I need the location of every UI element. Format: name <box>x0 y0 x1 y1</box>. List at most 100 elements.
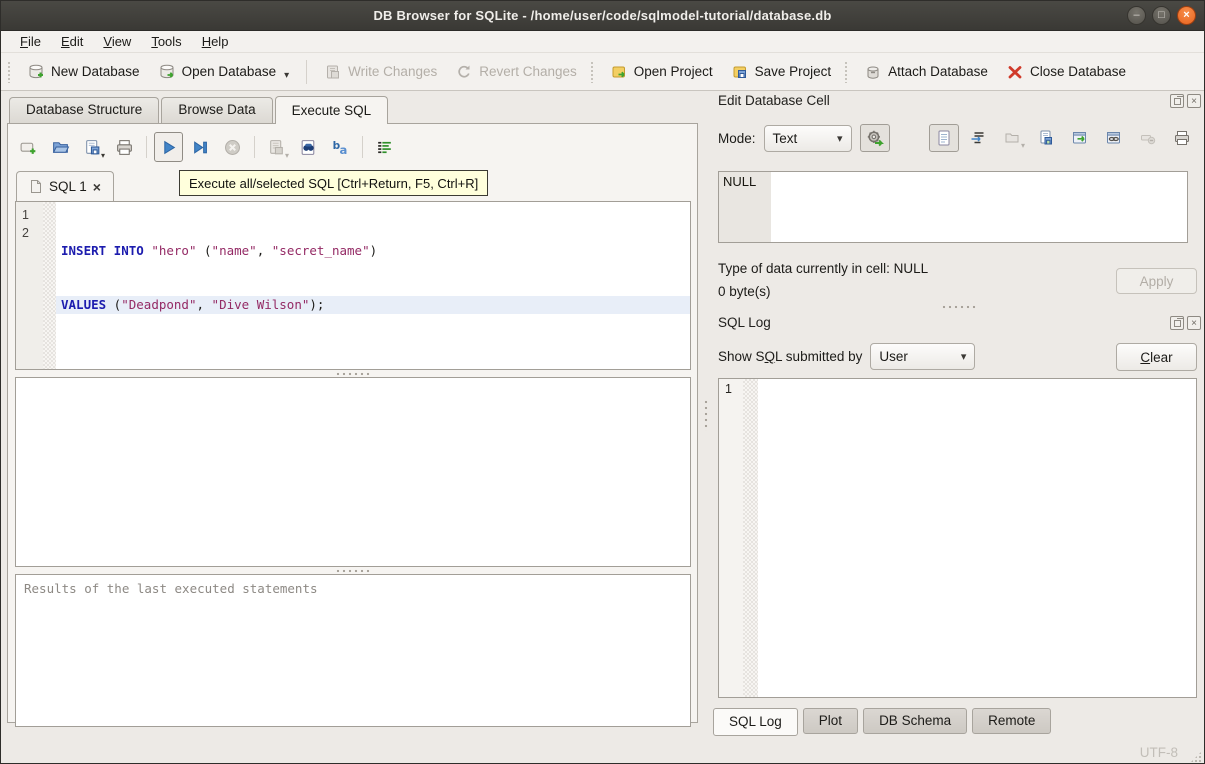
splitter-handle-dots <box>941 305 977 309</box>
main-area: Database Structure Browse Data Execute S… <box>1 91 1205 739</box>
filter-value: User <box>879 349 908 364</box>
cell-editor-toolbar: ▾ <box>929 124 1197 152</box>
format-lines-icon <box>375 138 394 157</box>
export-data-button[interactable] <box>1065 124 1095 152</box>
dock-tab-sql-log[interactable]: SQL Log <box>713 708 798 736</box>
new-database-button[interactable]: New Database <box>18 58 149 86</box>
minimize-icon: – <box>1133 10 1139 21</box>
dock-tab-bar: SQL Log Plot DB Schema Remote <box>713 708 1056 736</box>
save-sql-file-button[interactable]: ▾ <box>78 132 107 162</box>
sql-log-title: SQL Log <box>718 315 771 330</box>
word-wrap-button[interactable] <box>963 124 993 152</box>
close-button[interactable]: × <box>1177 6 1196 25</box>
fold-margin <box>43 202 56 369</box>
toolbar-separator <box>146 136 147 158</box>
results-splitter[interactable] <box>15 567 691 574</box>
restore-icon <box>1174 98 1181 105</box>
open-database-button[interactable]: Open Database ▾ <box>149 58 299 86</box>
close-database-button[interactable]: Close Database <box>997 58 1135 86</box>
cell-editor[interactable]: NULL <box>718 171 1188 243</box>
maximize-button[interactable]: □ <box>1152 6 1171 25</box>
stop-icon <box>223 138 242 157</box>
dock-float-button[interactable] <box>1170 316 1184 330</box>
format-sql-button[interactable] <box>370 132 399 162</box>
print-sql-button[interactable] <box>110 132 139 162</box>
splitter-handle-dots <box>704 399 708 431</box>
open-link-button[interactable] <box>1099 124 1129 152</box>
open-file-icon <box>51 138 70 157</box>
mode-combobox[interactable]: Text ▾ <box>764 125 852 152</box>
toolbar-drag-handle[interactable] <box>844 61 849 83</box>
autocomplete-button[interactable]: ba <box>326 132 355 162</box>
results-grid[interactable] <box>15 377 691 567</box>
save-sql-dropdown-icon[interactable]: ▾ <box>101 151 105 160</box>
edit-cell-title: Edit Database Cell <box>718 93 830 108</box>
tab-close-icon[interactable]: × <box>93 179 101 195</box>
editor-results-splitter[interactable] <box>15 370 691 377</box>
splitter-handle-dots <box>335 569 371 573</box>
new-sql-tab-button[interactable] <box>14 132 43 162</box>
toolbar-separator <box>254 136 255 158</box>
chevron-down-icon: ▾ <box>961 350 967 363</box>
log-filter-combobox[interactable]: User ▾ <box>870 343 975 370</box>
tab-browse-data[interactable]: Browse Data <box>161 97 272 123</box>
revert-changes-button: Revert Changes <box>446 58 586 86</box>
dock-float-button[interactable] <box>1170 94 1184 108</box>
execute-all-button[interactable] <box>154 132 183 162</box>
find-button[interactable] <box>294 132 323 162</box>
auto-switch-mode-button[interactable] <box>860 124 890 152</box>
log-line-number: 1 <box>719 379 743 697</box>
resize-grip[interactable] <box>1190 751 1202 763</box>
document-icon <box>29 179 43 194</box>
sql-log-area[interactable]: 1 <box>718 378 1197 698</box>
link-icon <box>1105 129 1123 147</box>
dock-tab-plot[interactable]: Plot <box>803 708 858 734</box>
results-message-area[interactable]: Results of the last executed statements <box>15 574 691 727</box>
attach-database-button[interactable]: Attach Database <box>855 58 997 86</box>
open-project-button[interactable]: Open Project <box>601 58 722 86</box>
line-number-gutter: 1 2 <box>16 202 43 369</box>
toolbar-drag-handle[interactable] <box>590 61 595 83</box>
open-in-editor-button: ▾ <box>997 124 1027 152</box>
open-database-dropdown-icon[interactable]: ▾ <box>284 70 289 81</box>
menu-view[interactable]: View <box>94 32 140 51</box>
menu-tools[interactable]: Tools <box>142 32 190 51</box>
left-pane: Database Structure Browse Data Execute S… <box>1 91 701 739</box>
cell-value: NULL <box>719 172 771 242</box>
print-cell-button[interactable] <box>1167 124 1197 152</box>
dock-splitter[interactable] <box>711 303 1205 311</box>
menubar: File Edit View Tools Help <box>1 31 1204 53</box>
tab-database-structure[interactable]: Database Structure <box>9 97 159 123</box>
minimize-button[interactable]: – <box>1127 6 1146 25</box>
encoding-indicator[interactable]: UTF-8 <box>1140 745 1178 760</box>
toolbar-drag-handle[interactable] <box>7 61 12 83</box>
menu-edit[interactable]: Edit <box>52 32 92 51</box>
import-data-button[interactable] <box>1031 124 1061 152</box>
menu-file[interactable]: File <box>11 32 50 51</box>
titlebar[interactable]: DB Browser for SQLite - /home/user/code/… <box>1 1 1204 31</box>
sql-editor[interactable]: 1 2 INSERT INTO "hero" ("name", "secret_… <box>15 201 691 370</box>
code-area[interactable]: INSERT INTO "hero" ("name", "secret_name… <box>56 202 690 369</box>
open-sql-file-button[interactable] <box>46 132 75 162</box>
code-line-2: VALUES ("Deadpond", "Dive Wilson"); <box>56 296 690 314</box>
save-file-icon <box>83 138 102 157</box>
main-toolbar: New Database Open Database ▾ Write Chang… <box>1 53 1204 91</box>
vertical-splitter[interactable] <box>701 91 711 739</box>
dock-close-button[interactable]: × <box>1187 94 1201 108</box>
text-mode-button[interactable] <box>929 124 959 152</box>
status-bar: UTF-8 <box>1 739 1204 764</box>
sql-doc-tab[interactable]: SQL 1 × <box>16 171 114 201</box>
dock-close-button[interactable]: × <box>1187 316 1201 330</box>
menu-help[interactable]: Help <box>193 32 238 51</box>
open-disabled-icon <box>1003 129 1021 147</box>
tooltip: Execute all/selected SQL [Ctrl+Return, F… <box>179 170 488 196</box>
line-number: 2 <box>22 224 43 242</box>
toolbar-separator <box>362 136 363 158</box>
tab-execute-sql[interactable]: Execute SQL <box>275 96 389 124</box>
execute-play-icon <box>159 138 178 157</box>
clear-log-button[interactable]: Clear <box>1116 343 1197 371</box>
dock-tab-remote[interactable]: Remote <box>972 708 1051 734</box>
dock-tab-db-schema[interactable]: DB Schema <box>863 708 967 734</box>
save-project-button[interactable]: Save Project <box>722 58 841 86</box>
execute-line-button[interactable] <box>186 132 215 162</box>
